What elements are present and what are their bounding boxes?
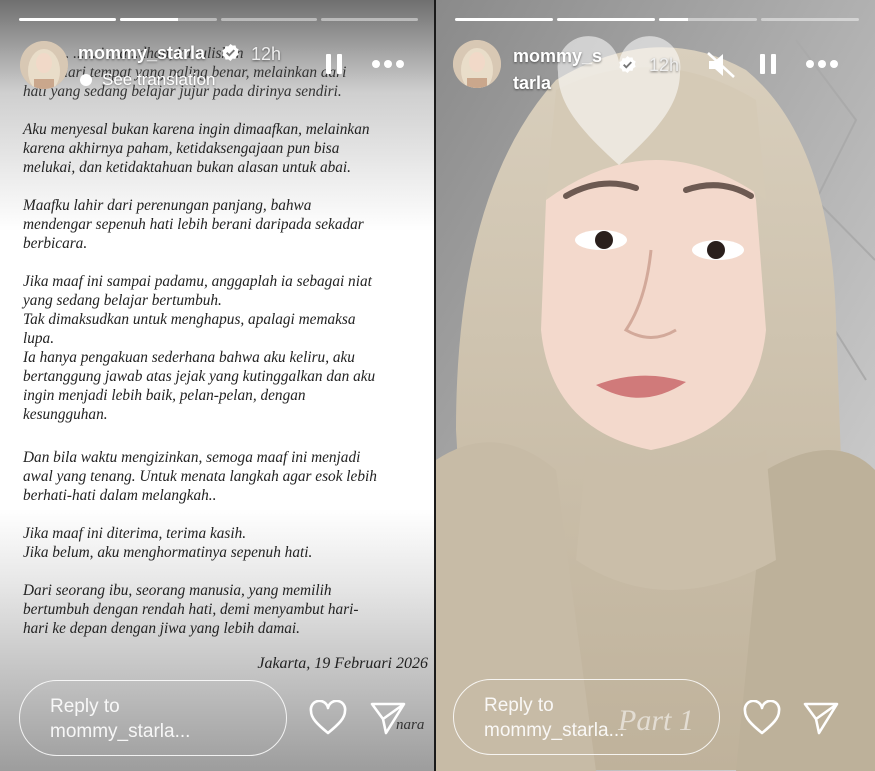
reply-input[interactable]: Reply to mommy_starla... (19, 680, 287, 756)
username[interactable]: mommy_starla (78, 43, 205, 64)
apology-letter: ...lan ... ... ...i ...a...dhan, ku tuli… (23, 44, 423, 657)
pause-icon[interactable] (323, 52, 345, 76)
reply-input[interactable]: Reply to mommy_starla... (453, 679, 720, 755)
reply-placeholder: Reply to mommy_starla... (484, 695, 625, 741)
story-progress (455, 18, 859, 21)
progress-segment (659, 18, 757, 21)
send-icon[interactable] (369, 700, 407, 736)
progress-segment (220, 18, 318, 21)
letter-paragraph: Dan bila waktu mengizinkan, semoga maaf … (23, 449, 377, 504)
avatar[interactable] (453, 40, 501, 88)
post-time: 12h (251, 44, 282, 64)
letter-paragraph: Jika maaf ini diterima, terima kasih. Ji… (23, 525, 313, 561)
avatar[interactable] (20, 41, 68, 89)
reply-placeholder: Reply to mommy_starla... (50, 696, 191, 742)
letter-paragraph: Aku menyesal bukan karena ingin dimaafka… (23, 121, 370, 176)
more-icon[interactable] (371, 59, 405, 69)
pause-icon[interactable] (757, 52, 779, 76)
letter-dateline: Jakarta, 19 Februari 2026 (257, 655, 428, 672)
see-translation-label: See translation (102, 70, 216, 89)
progress-segment (455, 18, 553, 21)
letter-paragraph: Jika maaf ini sampai padamu, anggaplah i… (23, 273, 376, 423)
verified-badge-icon (222, 43, 239, 62)
letter-paragraph: Dari seorang ibu, seorang manusia, yang … (23, 582, 359, 637)
letter-paragraph: Maafku lahir dari perenungan panjang, ba… (23, 197, 364, 252)
username-line: mommy_s (513, 46, 603, 66)
story-progress (19, 18, 418, 21)
send-icon[interactable] (802, 700, 840, 736)
right-story[interactable]: mommy_s tarla 12h Part 1 Reply to mommy_s… (436, 0, 875, 771)
post-time: 12h (649, 55, 680, 75)
username-line: tarla (513, 73, 552, 93)
verified-badge-icon (619, 55, 636, 74)
progress-segment (557, 18, 655, 21)
heart-icon[interactable] (742, 700, 782, 736)
dot-icon (80, 74, 92, 86)
username[interactable]: mommy_starla (513, 43, 602, 97)
mute-icon[interactable] (706, 51, 736, 79)
more-icon[interactable] (805, 59, 839, 69)
progress-segment (761, 18, 859, 21)
progress-segment (19, 18, 116, 21)
heart-icon[interactable] (308, 700, 348, 736)
progress-segment (119, 18, 217, 21)
see-translation-link[interactable]: See translation (80, 70, 215, 90)
left-story[interactable]: ...lan ... ... ...i ...a...dhan, ku tuli… (0, 0, 434, 771)
progress-segment (321, 18, 418, 21)
